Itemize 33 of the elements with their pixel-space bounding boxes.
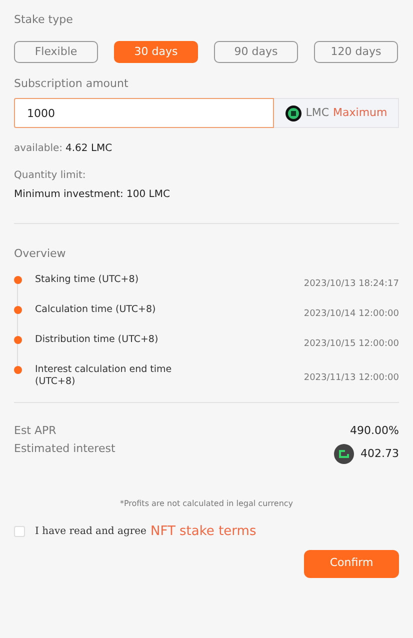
field-label: Stake type bbox=[14, 12, 74, 28]
interest-value: 402.73 bbox=[360, 446, 399, 462]
maximum-link[interactable]: Maximum bbox=[333, 104, 388, 122]
event-time: 2023/10/13 18:24:17 bbox=[304, 278, 399, 290]
confirm-button[interactable]: Confirm bbox=[304, 550, 399, 578]
agree-checkbox[interactable] bbox=[14, 526, 25, 538]
event-label: Distribution time (UTC+8) bbox=[35, 334, 160, 346]
field-label: Subscription amount bbox=[14, 76, 130, 92]
event-time: 2023/11/13 12:00:00 bbox=[304, 372, 399, 384]
event-label: Interest calculation end time (UTC+8) bbox=[35, 364, 173, 388]
interest-label: Estimated interest bbox=[14, 441, 116, 457]
disclaimer-note: *Profits are not calculated in legal currency bbox=[118, 498, 294, 510]
available-value: 4.62 LMC bbox=[66, 142, 112, 156]
apr-label: Est APR bbox=[14, 423, 56, 439]
event-label: Staking time (UTC+8) bbox=[35, 274, 140, 286]
stake-option-tab[interactable]: 90 days bbox=[214, 41, 298, 63]
available-label: available: bbox=[14, 142, 63, 156]
stake-option-tab[interactable]: 30 days bbox=[114, 41, 198, 63]
terms-link[interactable]: NFT stake terms bbox=[150, 522, 256, 542]
event-time: 2023/10/15 12:00:00 bbox=[304, 338, 399, 350]
coin-icon bbox=[284, 104, 302, 122]
agree-label: I have read and agree bbox=[35, 525, 146, 540]
stake-option-tab[interactable]: Flexible bbox=[14, 41, 98, 63]
amount-input[interactable]: 1000 bbox=[14, 98, 274, 128]
currency-label: LMC bbox=[306, 104, 330, 121]
minimum-investment-text: Minimum investment: 100 LMC bbox=[14, 188, 171, 202]
stake-option-tab[interactable]: 120 days bbox=[314, 41, 398, 63]
quantity-limit-label: Quantity limit: bbox=[14, 169, 87, 183]
apr-value: 490.00% bbox=[350, 423, 399, 439]
coin-icon bbox=[334, 444, 354, 464]
overview-title: Overview bbox=[14, 246, 67, 262]
event-label: Calculation time (UTC+8) bbox=[35, 304, 157, 316]
event-time: 2023/10/14 12:00:00 bbox=[304, 308, 399, 320]
